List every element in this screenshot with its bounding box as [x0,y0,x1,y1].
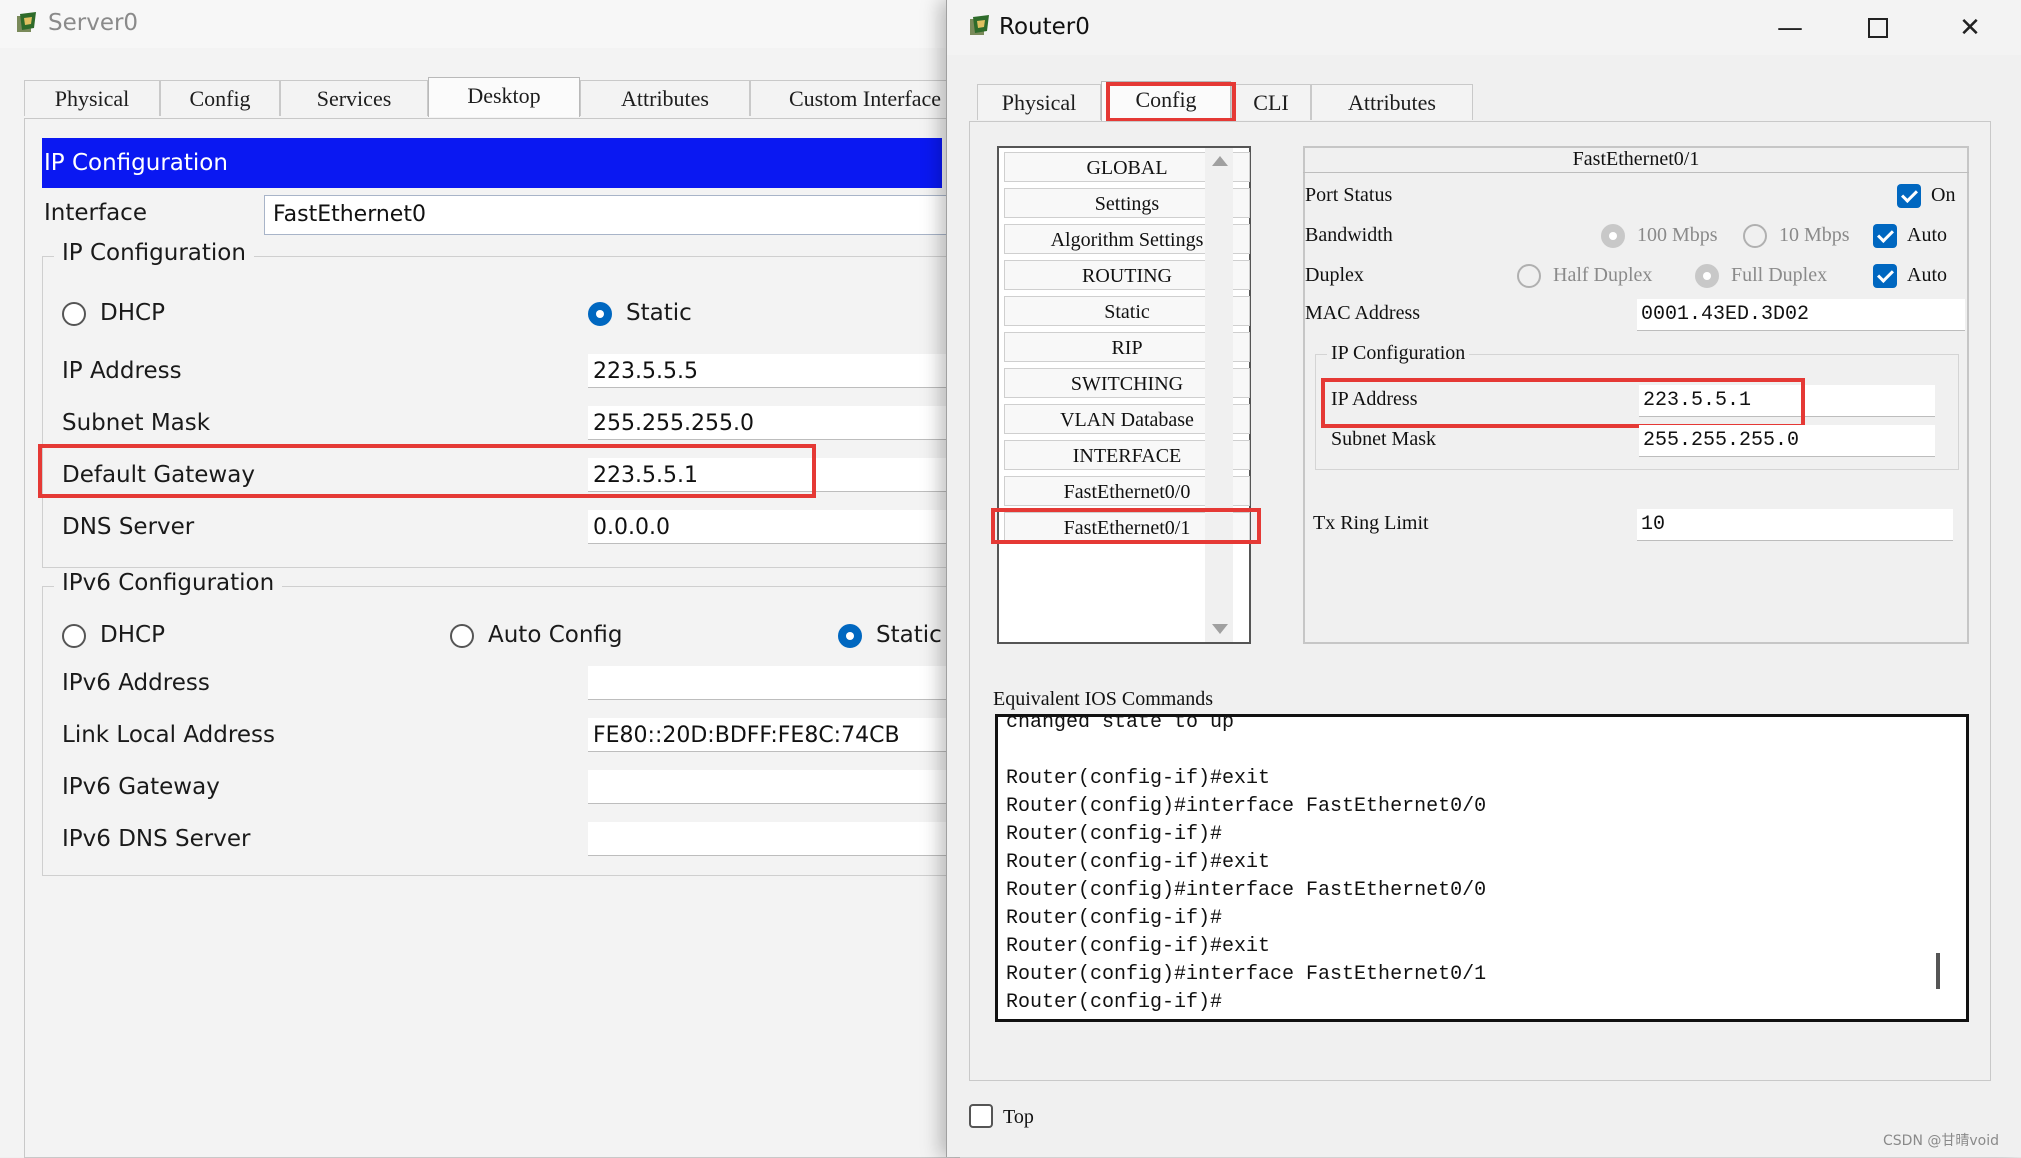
scroll-up-icon[interactable] [1212,156,1228,166]
full-duplex-label: Full Duplex [1731,264,1828,286]
ipv6-address-input[interactable] [588,666,960,700]
ios-scrollbar-thumb[interactable] [1936,953,1940,989]
server-tab-config[interactable]: Config [160,80,280,116]
bandwidth-label: Bandwidth [1305,224,1393,246]
bandwidth-10-label: 10 Mbps [1779,224,1850,246]
scroll-down-icon[interactable] [1212,624,1228,634]
mac-address-input[interactable]: 0001.43ED.3D02 [1637,299,1965,331]
ipv4-dhcp-label: DHCP [100,300,165,326]
interface-label: Interface [44,200,147,226]
server-tab-physical[interactable]: Physical [24,80,160,116]
ipv6-dns-server-input[interactable] [588,822,960,856]
mac-address-label: MAC Address [1305,302,1421,324]
tx-ring-limit-label: Tx Ring Limit [1313,512,1429,534]
link-local-address-label: Link Local Address [62,722,275,748]
config-tab-highlight [1106,82,1236,122]
ipv6-dhcp-radio[interactable] [62,624,86,648]
duplex-label: Duplex [1305,264,1364,286]
ios-commands-console[interactable]: changed state to up Router(config-if)#ex… [995,714,1969,1022]
half-duplex-label: Half Duplex [1553,264,1653,286]
interface-select[interactable]: FastEthernet0 [264,195,964,235]
ipv6-gateway-input[interactable] [588,770,960,804]
port-on-checkbox[interactable] [1897,184,1921,208]
ios-line: changed state to up [1006,714,1235,734]
subnet-mask-label: Subnet Mask [62,410,211,436]
ios-line: Router(config-if)# [1006,991,1223,1014]
ipv6-auto-config-label: Auto Config [488,622,623,648]
close-icon[interactable]: ✕ [1947,8,1993,48]
server-tab-desktop[interactable]: Desktop [428,77,580,117]
ipv4-dhcp-radio[interactable] [62,302,86,326]
bandwidth-auto-label: Auto [1907,224,1947,246]
router-window: Router0 — ✕ Physical Config CLI Attribut… [946,0,2021,1157]
default-gateway-highlight [38,444,816,498]
top-label: Top [1003,1106,1034,1128]
server-tab-attributes[interactable]: Attributes [580,80,750,116]
router-titlebar[interactable]: Router0 — ✕ [947,0,2021,55]
router-ip-group-title: IP Configuration [1327,342,1470,365]
router-window-title: Router0 [999,14,1090,40]
full-duplex-radio[interactable] [1695,264,1719,288]
ios-line: Router(config-if)# [1006,823,1223,846]
ios-commands-label: Equivalent IOS Commands [993,688,1213,710]
ipv4-static-radio[interactable] [588,302,612,326]
router-tab-attributes[interactable]: Attributes [1311,84,1473,120]
server-titlebar[interactable]: Server0 [0,0,960,48]
server-window-title: Server0 [48,10,139,36]
router-ip-address-highlight [1321,378,1805,428]
ios-line: Router(config-if)# [1006,907,1223,930]
ipv6-auto-config-radio[interactable] [450,624,474,648]
dns-server-label: DNS Server [62,514,195,540]
bandwidth-auto-checkbox[interactable] [1873,224,1897,248]
minimize-icon[interactable]: — [1767,8,1813,48]
bandwidth-100-radio[interactable] [1601,224,1625,248]
watermark-text: CSDN @甘晴void [1883,1133,1999,1149]
port-on-label: On [1931,184,1956,206]
router-tab-cli[interactable]: CLI [1231,84,1311,120]
top-checkbox[interactable] [969,1104,993,1128]
duplex-auto-label: Auto [1907,264,1947,286]
bandwidth-10-radio[interactable] [1743,224,1767,248]
maximize-icon[interactable] [1855,8,1901,48]
ipv6-dhcp-label: DHCP [100,622,165,648]
dns-server-input[interactable]: 0.0.0.0 [588,510,960,544]
ip-configuration-header: IP Configuration [42,138,942,188]
ipv6-address-label: IPv6 Address [62,670,210,696]
subnet-mask-input[interactable]: 255.255.255.0 [588,406,960,440]
fastethernet0-1-highlight [991,508,1261,544]
ipv6-dns-server-label: IPv6 DNS Server [62,826,251,852]
ipv4-static-label: Static [626,300,692,326]
tx-ring-limit-input[interactable]: 10 [1637,509,1953,541]
ipv6-gateway-label: IPv6 Gateway [62,774,220,800]
ios-line: Router(config-if)#exit [1006,767,1271,790]
router-app-icon [970,15,989,35]
server-app-icon [17,12,36,32]
link-local-address-input[interactable]: FE80::20D:BDFF:FE8C:74CB [588,718,960,752]
ios-line: Router(config-if)#exit [1006,851,1271,874]
server-tab-services[interactable]: Services [280,80,428,116]
ip-address-label: IP Address [62,358,182,384]
duplex-auto-checkbox[interactable] [1873,264,1897,288]
ipv4-group-title: IP Configuration [54,240,254,266]
router-tab-physical[interactable]: Physical [977,84,1101,120]
nav-list-scrollbar[interactable] [1205,148,1233,642]
ios-line: Router(config)#interface FastEthernet0/0 [1006,795,1487,818]
router-subnet-mask-input[interactable]: 255.255.255.0 [1639,425,1935,457]
bandwidth-100-label: 100 Mbps [1637,224,1718,246]
ipv6-group-title: IPv6 Configuration [54,570,283,596]
ip-address-input[interactable]: 223.5.5.5 [588,354,960,388]
ios-line: Router(config)#interface FastEthernet0/1 [1006,963,1487,986]
server-window: Server0 Physical Config Services Desktop… [0,0,980,1158]
half-duplex-radio[interactable] [1517,264,1541,288]
ios-line: Router(config-if)#exit [1006,935,1271,958]
ios-line: Router(config)#interface FastEthernet0/0 [1006,879,1487,902]
interface-title: FastEthernet0/1 [1303,146,1969,173]
ipv6-static-radio[interactable] [838,624,862,648]
port-status-label: Port Status [1305,184,1393,206]
router-subnet-mask-label: Subnet Mask [1331,428,1436,450]
ipv6-static-label: Static [876,622,942,648]
